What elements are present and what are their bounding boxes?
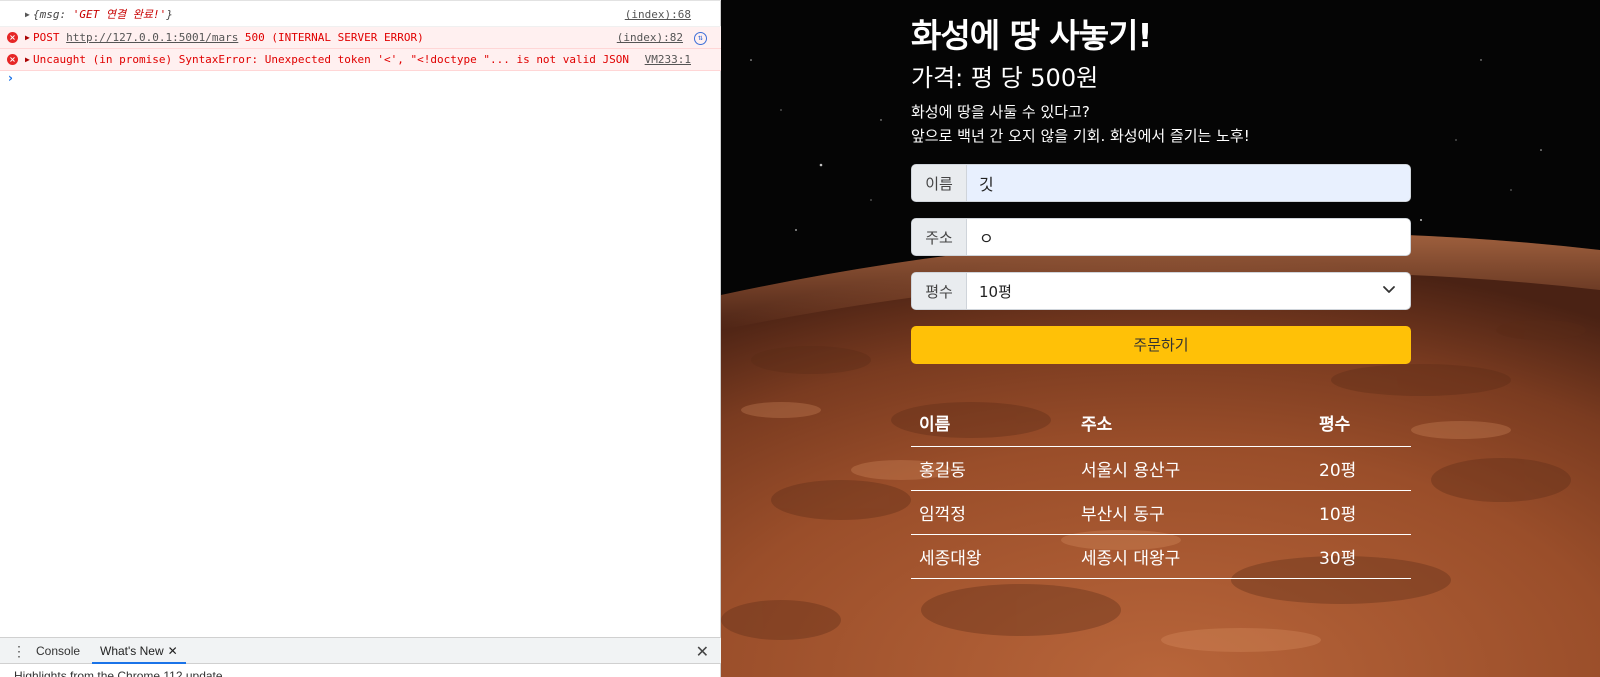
address-input-group: 주소 xyxy=(911,218,1411,256)
console-source-link[interactable]: (index):82 xyxy=(617,27,683,49)
description-line-2: 앞으로 백년 간 오지 않을 기회. 화성에서 즐기는 노후! xyxy=(911,127,1250,145)
cell-name: 임꺽정 xyxy=(911,490,1073,535)
description-line-1: 화성에 땅을 사둘 수 있다고? xyxy=(911,103,1090,121)
tab-close-icon[interactable]: ✕ xyxy=(168,644,178,658)
cell-address: 서울시 용산구 xyxy=(1073,446,1311,491)
more-options-icon[interactable]: ⋮ xyxy=(12,643,26,660)
devtools-panel: ▶ {msg: 'GET 연결 완료!'} (index):68 × ▶ POS… xyxy=(0,0,721,677)
expand-triangle-icon[interactable]: ▶ xyxy=(25,49,30,71)
description: 화성에 땅을 사둘 수 있다고? 앞으로 백년 간 오지 않을 기회. 화성에서… xyxy=(911,100,1250,148)
size-label: 평수 xyxy=(912,273,967,309)
console-error-message: Uncaught (in promise) SyntaxError: Unexp… xyxy=(33,53,630,66)
cell-name: 홍길동 xyxy=(911,446,1073,491)
chevron-down-icon xyxy=(1383,286,1395,293)
name-input-group: 이름 xyxy=(911,164,1411,202)
console-error-row[interactable]: × ▶ POST http://127.0.0.1:5001/mars 500 … xyxy=(0,27,721,49)
console-log-message: {msg: 'GET 연결 완료!'} xyxy=(33,8,173,21)
drawer-tabbar: ⋮ Console What's New ✕ ✕ xyxy=(0,637,721,664)
tab-whats-new[interactable]: What's New ✕ xyxy=(92,638,186,664)
size-input-group: 평수 10평 xyxy=(911,272,1411,310)
table-header-row: 이름 주소 평수 xyxy=(911,400,1411,447)
expand-triangle-icon[interactable]: ▶ xyxy=(25,1,30,28)
name-input[interactable] xyxy=(967,165,1410,201)
orders-table: 이름 주소 평수 홍길동 서울시 용산구 20평 임꺽정 부산시 동구 10평 … xyxy=(911,400,1411,579)
error-icon: × xyxy=(7,54,18,65)
table-row: 세종대왕 세종시 대왕구 30평 xyxy=(911,534,1411,579)
tab-console[interactable]: Console xyxy=(28,638,88,664)
mars-page: 화성에 땅 사놓기! 가격: 평 당 500원 화성에 땅을 사둘 수 있다고?… xyxy=(721,0,1600,677)
expand-triangle-icon[interactable]: ▶ xyxy=(25,27,30,49)
console-source-link[interactable]: VM233:1 xyxy=(645,49,691,71)
cell-size: 30평 xyxy=(1311,534,1411,579)
col-header-address: 주소 xyxy=(1073,400,1311,447)
error-icon: × xyxy=(7,32,18,43)
order-button[interactable]: 주문하기 xyxy=(911,326,1411,364)
console-error-message: POST http://127.0.0.1:5001/mars 500 (INT… xyxy=(33,31,424,44)
network-request-icon[interactable]: ⇅ xyxy=(694,32,707,45)
address-label: 주소 xyxy=(912,219,967,255)
request-url-link[interactable]: http://127.0.0.1:5001/mars xyxy=(66,31,238,44)
size-selected-value: 10평 xyxy=(979,282,1012,301)
whats-new-content: Highlights from the Chrome 112 update xyxy=(14,669,223,677)
console-log-row[interactable]: ▶ {msg: 'GET 연결 완료!'} (index):68 xyxy=(0,0,721,27)
address-input[interactable] xyxy=(967,219,1410,255)
drawer-close-icon[interactable]: ✕ xyxy=(696,642,709,662)
price-text: 가격: 평 당 500원 xyxy=(911,64,1099,92)
size-select[interactable]: 10평 xyxy=(967,273,1410,309)
console-prompt-icon[interactable]: › xyxy=(8,71,13,85)
cell-name: 세종대왕 xyxy=(911,534,1073,579)
cell-address: 세종시 대왕구 xyxy=(1073,534,1311,579)
console-source-link[interactable]: (index):68 xyxy=(625,1,691,28)
cell-size: 10평 xyxy=(1311,490,1411,535)
table-row: 임꺽정 부산시 동구 10평 xyxy=(911,490,1411,535)
cell-size: 20평 xyxy=(1311,446,1411,491)
table-row: 홍길동 서울시 용산구 20평 xyxy=(911,446,1411,491)
cell-address: 부산시 동구 xyxy=(1073,490,1311,535)
col-header-name: 이름 xyxy=(911,400,1073,447)
console-error-row[interactable]: × ▶ Uncaught (in promise) SyntaxError: U… xyxy=(0,49,721,71)
console-messages: ▶ {msg: 'GET 연결 완료!'} (index):68 × ▶ POS… xyxy=(0,0,721,71)
page-title: 화성에 땅 사놓기! xyxy=(911,16,1153,55)
name-label: 이름 xyxy=(912,165,967,201)
col-header-size: 평수 xyxy=(1311,400,1411,447)
